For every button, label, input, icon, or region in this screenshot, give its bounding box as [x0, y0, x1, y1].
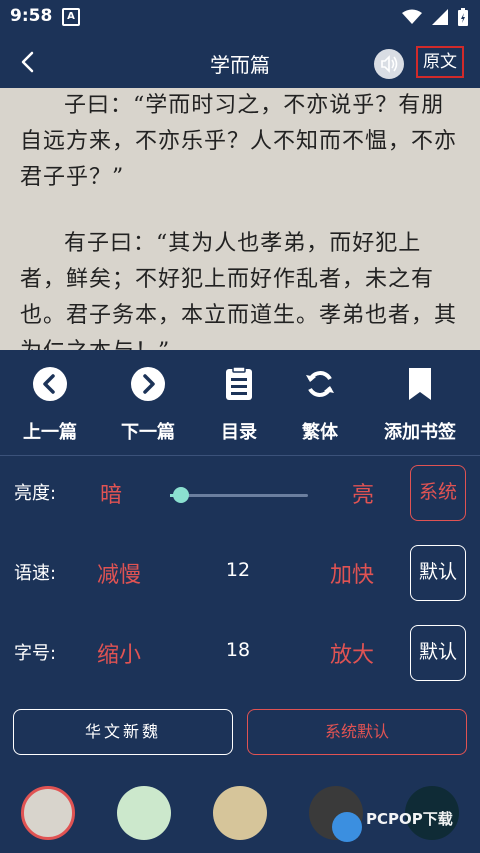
- brightness-row: 亮度: 暗 亮 系统: [0, 463, 480, 523]
- font-size-value: 18: [225, 639, 251, 661]
- wifi-icon: [402, 9, 422, 24]
- watermark-logo-icon: [332, 812, 362, 842]
- document-list-icon: [226, 366, 252, 400]
- traditional-chinese-label: 繁体: [302, 422, 338, 443]
- catalog-button[interactable]: 目录: [194, 366, 284, 444]
- divider: [0, 455, 480, 456]
- signal-icon: [432, 9, 448, 25]
- notification-icon: A: [62, 8, 80, 26]
- slow-down-button[interactable]: 减慢: [97, 557, 141, 589]
- original-text-button[interactable]: 原文: [416, 46, 464, 78]
- circle-chevron-left-icon: [33, 367, 67, 401]
- watermark: PCPOP下载: [366, 810, 453, 828]
- brightness-slider-thumb[interactable]: [173, 487, 190, 503]
- next-chapter-label: 下一篇: [121, 422, 175, 443]
- paragraph: 子曰：“学而时习之，不亦说乎？有朋自远方来，不亦乐乎？人不知而不愠，不亦君子乎？…: [20, 93, 458, 190]
- status-bar: 9:58 A: [0, 0, 480, 36]
- add-bookmark-label: 添加书签: [384, 422, 456, 443]
- increase-font-button[interactable]: 放大: [330, 637, 374, 669]
- speech-speed-value: 12: [225, 559, 251, 581]
- theme-swatch[interactable]: [117, 786, 171, 840]
- speaker-icon: [381, 55, 398, 73]
- title-bar: 学而篇 原文: [0, 36, 480, 88]
- theme-swatch[interactable]: [21, 786, 75, 840]
- circle-chevron-right-icon: [131, 367, 165, 401]
- traditional-chinese-button[interactable]: 繁体: [275, 366, 365, 444]
- speech-speed-label: 语速:: [14, 563, 57, 584]
- font-huawen-xinwei-button[interactable]: 华文新魏: [13, 709, 233, 755]
- brightness-slider[interactable]: [170, 487, 308, 503]
- catalog-label: 目录: [221, 422, 257, 443]
- paragraph: 有子曰：“其为人也孝弟，而好犯上者，鲜矣；不好犯上而好作乱者，未之有也。君子务本…: [20, 231, 458, 350]
- font-size-label: 字号:: [14, 643, 57, 664]
- page-title: 学而篇: [210, 53, 270, 77]
- reader-toolbar: 上一篇 下一篇 目录 繁体 添加书签: [0, 350, 480, 455]
- status-time: 9:58: [10, 6, 53, 26]
- font-system-default-button[interactable]: 系统默认: [247, 709, 467, 755]
- next-chapter-button[interactable]: 下一篇: [103, 366, 193, 444]
- decrease-font-button[interactable]: 缩小: [97, 637, 141, 669]
- brightness-label: 亮度:: [14, 483, 57, 504]
- default-speed-button[interactable]: 默认: [410, 545, 466, 601]
- prev-chapter-label: 上一篇: [23, 422, 77, 443]
- font-size-row: 字号: 缩小 18 放大 默认: [0, 623, 480, 683]
- refresh-icon: [306, 371, 334, 397]
- prev-chapter-button[interactable]: 上一篇: [5, 366, 95, 444]
- reader-content: 子曰：“学而时习之，不亦说乎？有朋自远方来，不亦乐乎？人不知而不愠，不亦君子乎？…: [0, 88, 480, 350]
- system-brightness-button[interactable]: 系统: [410, 465, 466, 521]
- status-icons: [402, 8, 468, 26]
- brightness-dark-button[interactable]: 暗: [100, 477, 122, 509]
- bookmark-icon: [409, 368, 431, 400]
- speaker-button[interactable]: [374, 49, 404, 79]
- theme-swatch[interactable]: [213, 786, 267, 840]
- speech-speed-row: 语速: 减慢 12 加快 默认: [0, 543, 480, 603]
- battery-charging-icon: [458, 8, 468, 26]
- add-bookmark-button[interactable]: 添加书签: [375, 366, 465, 444]
- brightness-bright-button[interactable]: 亮: [352, 477, 374, 509]
- default-font-size-button[interactable]: 默认: [410, 625, 466, 681]
- speed-up-button[interactable]: 加快: [330, 557, 374, 589]
